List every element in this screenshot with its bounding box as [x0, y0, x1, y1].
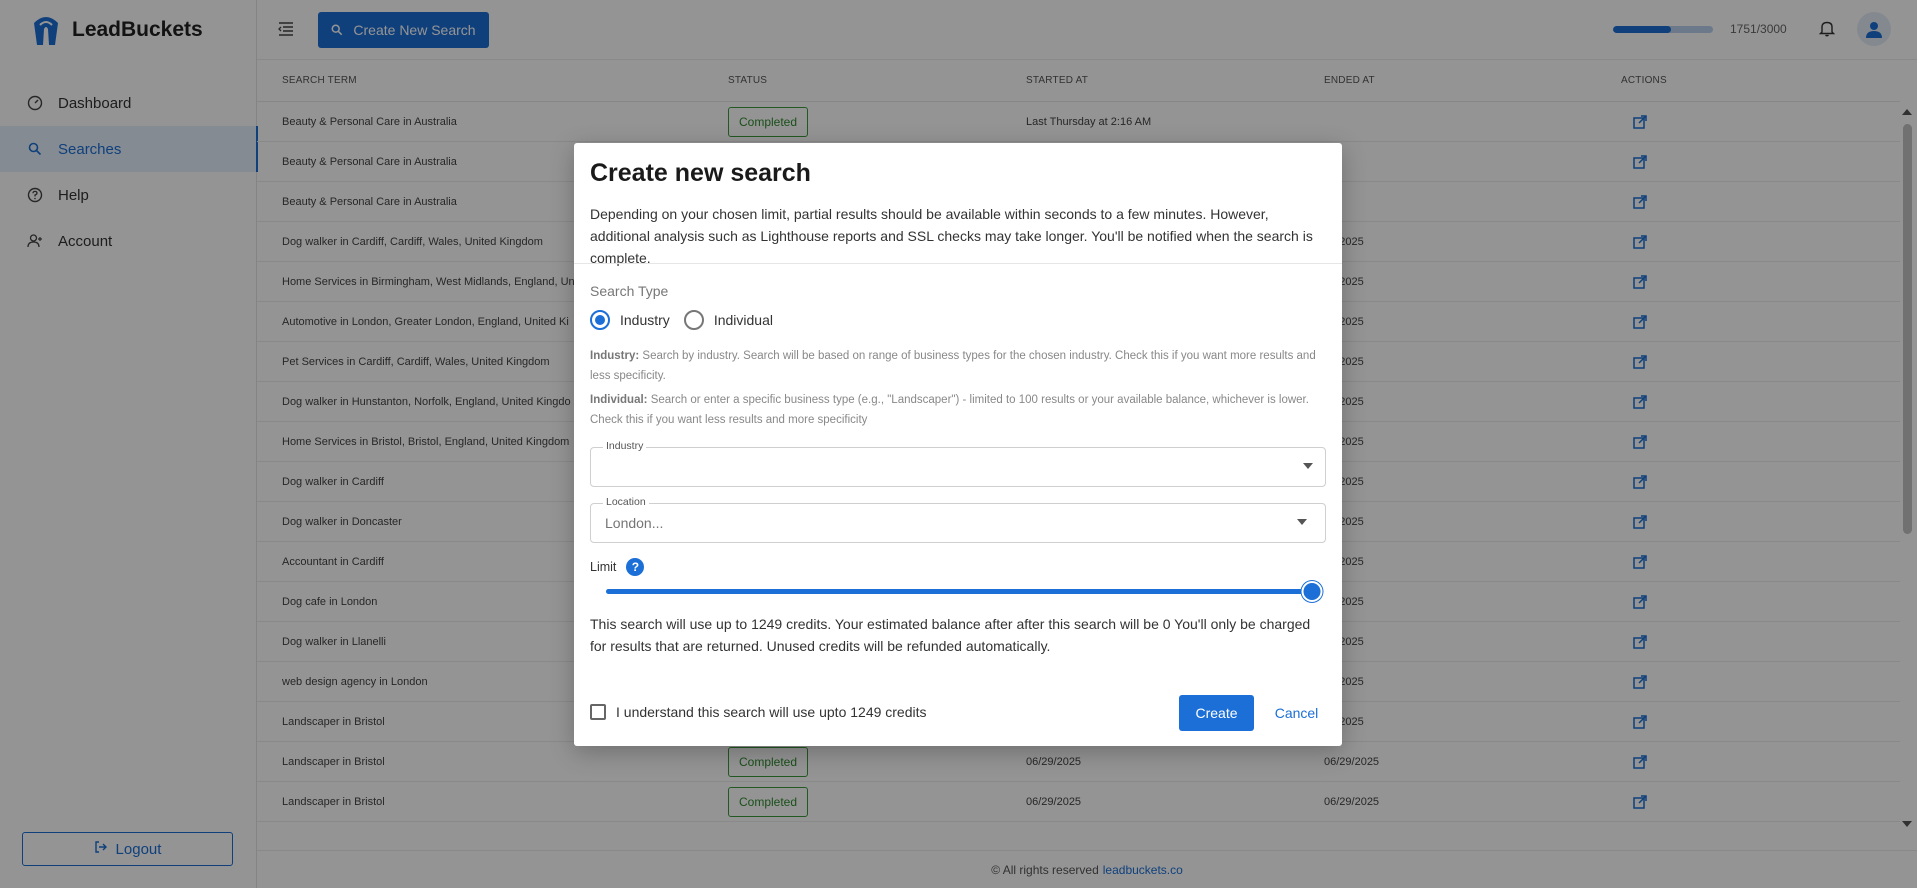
industry-help-body: Search by industry. Search will be based…: [590, 350, 1316, 382]
industry-help-text: Industry: Search by industry. Search wil…: [590, 346, 1330, 386]
divider: [574, 263, 1342, 264]
limit-slider-fill: [606, 589, 1312, 594]
location-field-label: Location: [603, 496, 649, 508]
create-search-dialog: Create new search Depending on your chos…: [574, 143, 1342, 746]
individual-help-text: Individual: Search or enter a specific b…: [590, 390, 1330, 430]
chevron-down-icon[interactable]: [1297, 519, 1307, 525]
chevron-down-icon[interactable]: [1303, 463, 1313, 469]
individual-help-title: Individual:: [590, 394, 648, 406]
location-field[interactable]: Location: [590, 496, 1326, 543]
radio-individual[interactable]: [683, 310, 704, 330]
individual-help-body: Search or enter a specific business type…: [590, 394, 1309, 426]
radio-individual-label[interactable]: Individual: [714, 312, 773, 328]
search-type-label: Search Type: [590, 283, 669, 299]
industry-help-title: Industry:: [590, 350, 640, 362]
dialog-description: Depending on your chosen limit, partial …: [590, 206, 1313, 266]
radio-industry-label[interactable]: Industry: [620, 312, 670, 328]
industry-select[interactable]: Industry: [590, 440, 1326, 487]
limit-slider[interactable]: [606, 581, 1323, 602]
acknowledge-checkbox[interactable]: [590, 704, 606, 720]
credit-usage-note: This search will use up to 1249 credits.…: [590, 616, 1311, 654]
industry-select-label: Industry: [603, 440, 647, 452]
acknowledge-row[interactable]: I understand this search will use upto 1…: [590, 704, 927, 720]
limit-slider-thumb[interactable]: [1301, 581, 1323, 602]
acknowledge-label[interactable]: I understand this search will use upto 1…: [616, 704, 927, 720]
dialog-title: Create new search: [590, 159, 811, 187]
search-type-radio-group: Industry Individual: [590, 310, 787, 330]
create-button[interactable]: Create: [1179, 695, 1254, 731]
radio-industry[interactable]: [590, 310, 610, 330]
cancel-button[interactable]: Cancel: [1269, 695, 1324, 731]
limit-row: Limit ?: [590, 558, 645, 576]
limit-label: Limit: [590, 560, 617, 574]
location-input[interactable]: [605, 515, 1295, 531]
limit-help-icon[interactable]: ?: [626, 558, 645, 576]
